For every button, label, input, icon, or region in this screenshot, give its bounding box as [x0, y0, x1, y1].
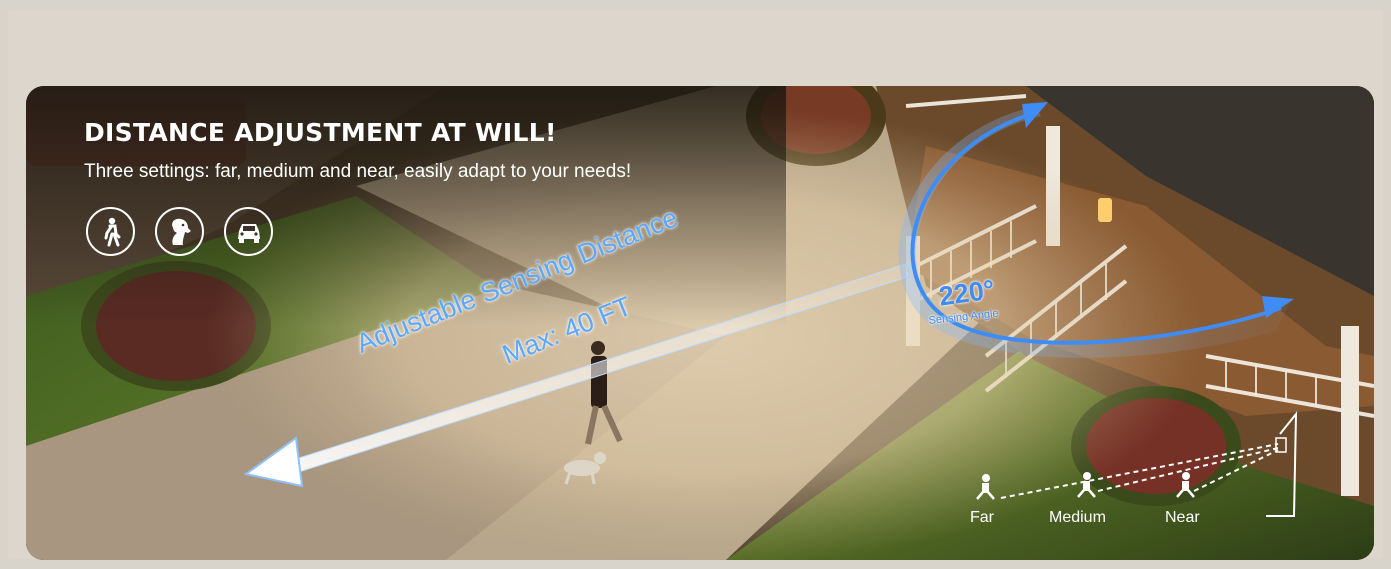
headline: DISTANCE ADJUSTMENT AT WILL!: [84, 118, 557, 147]
distance-banner: DISTANCE ADJUSTMENT AT WILL! Three setti…: [26, 86, 1374, 560]
dog-icon: [155, 207, 204, 256]
night-yard-scene: [26, 86, 1374, 560]
range-label-medium: Medium: [1049, 509, 1106, 526]
detection-type-icons: [86, 207, 273, 256]
subheadline: Three settings: far, medium and near, ea…: [84, 161, 632, 182]
car-icon: [224, 207, 273, 256]
person-icon: [86, 207, 135, 256]
range-label-far: Far: [970, 509, 994, 526]
range-label-near: Near: [1165, 509, 1200, 526]
